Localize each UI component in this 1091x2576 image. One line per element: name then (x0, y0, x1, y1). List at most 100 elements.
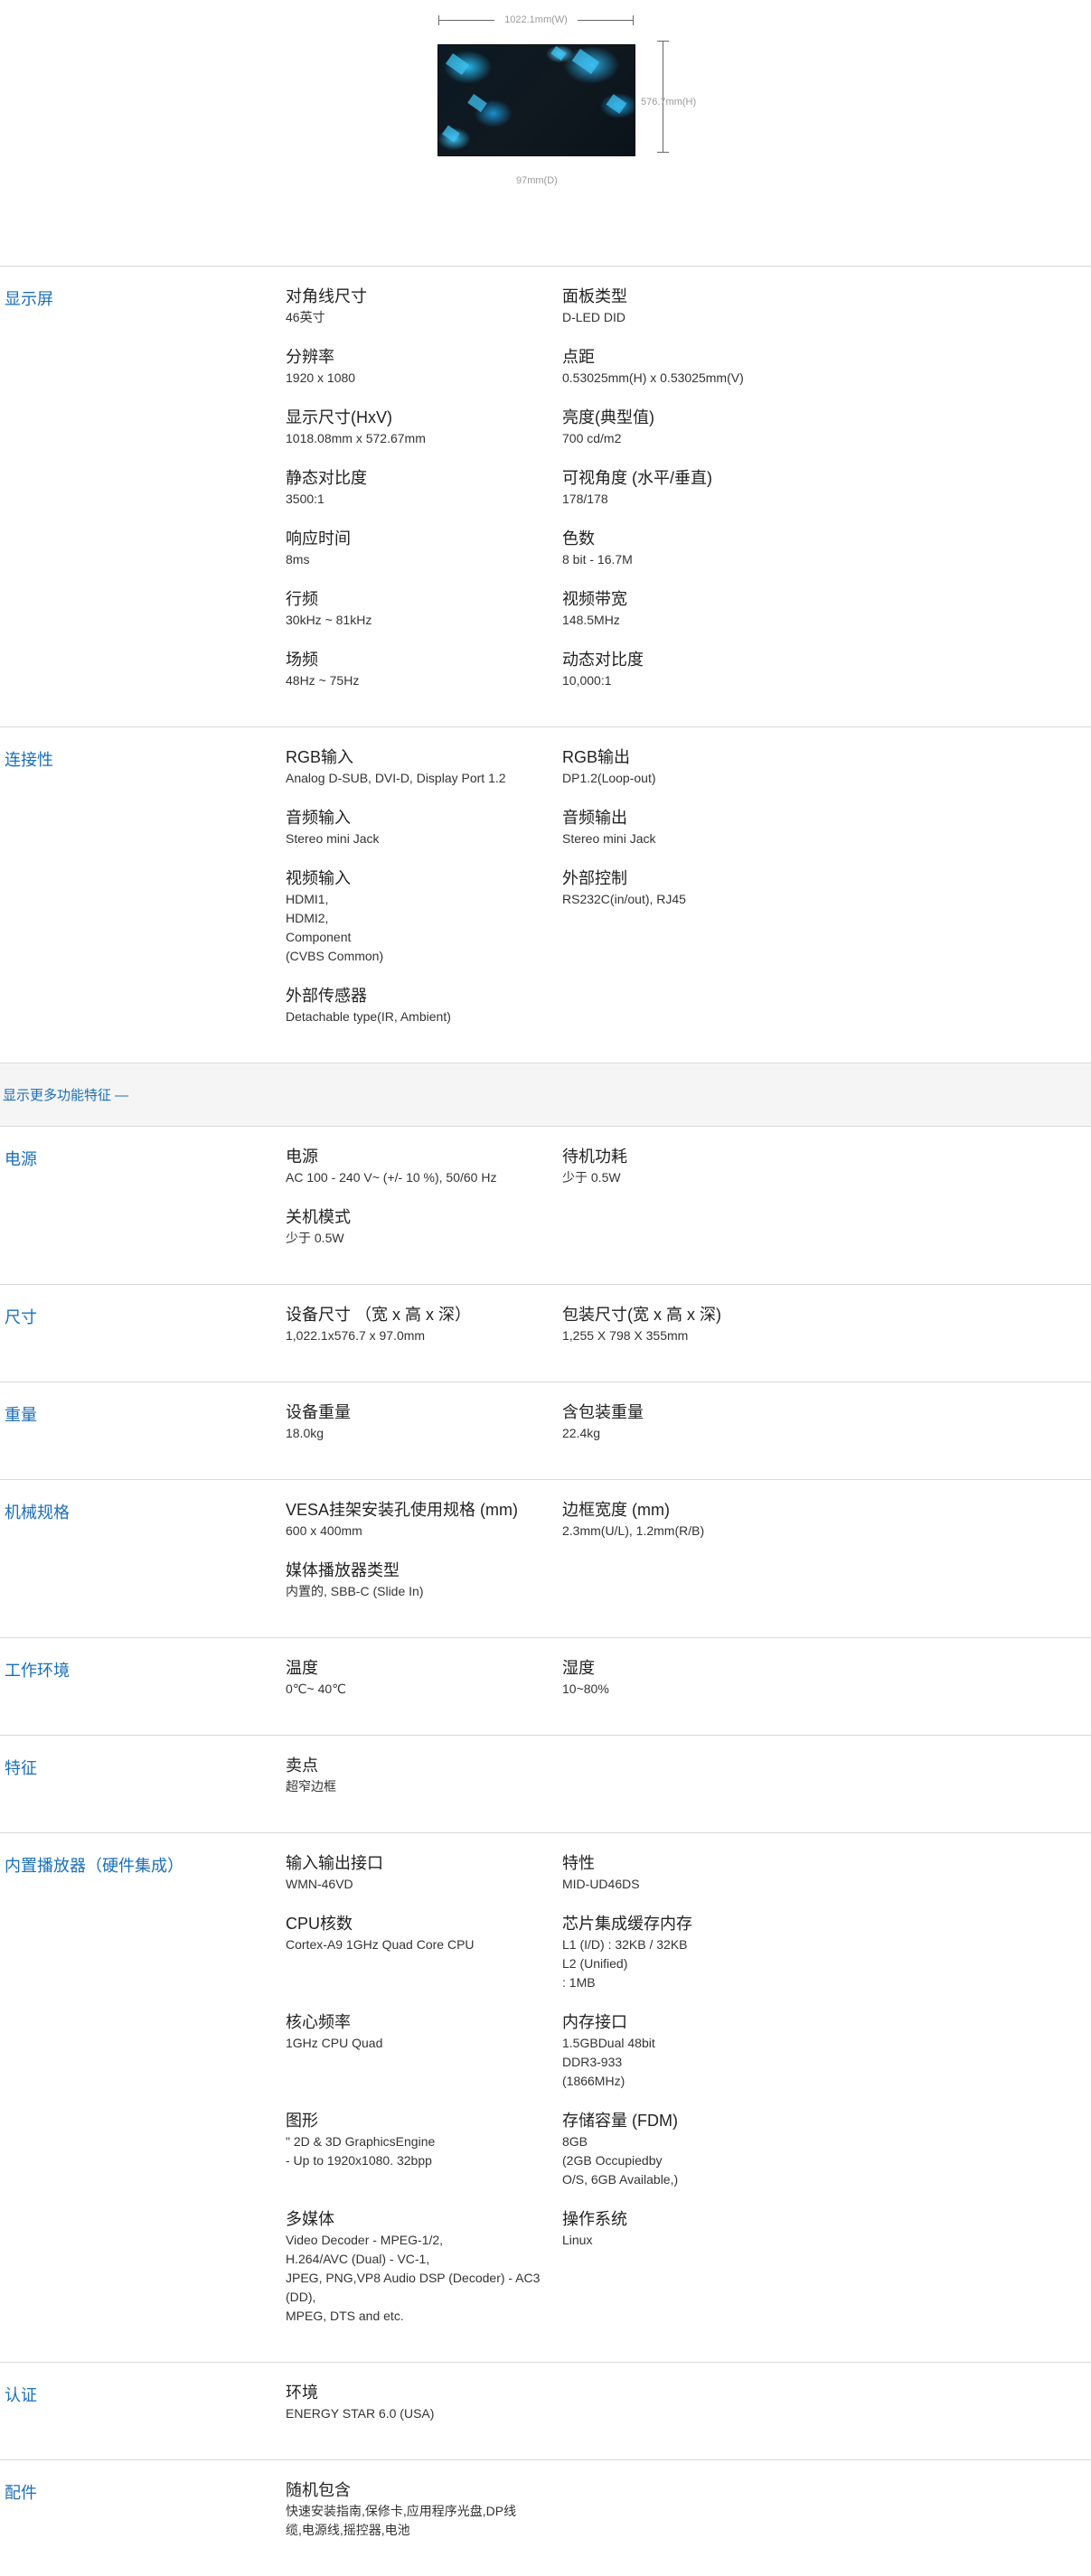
spec-item: VESA挂架安装孔使用规格 (mm) 600 x 400mm (286, 1500, 562, 1541)
spec-key: 视频带宽 (562, 590, 627, 608)
spec-item: 随机包含 快速安装指南,保修卡,应用程序光盘,DP线 缆,电源线,摇控器,电池 (286, 2480, 562, 2540)
spec-key: 待机功耗 (562, 1147, 627, 1166)
section-title: 配件 (5, 2484, 37, 2502)
section-connectivity: 连接性 RGB输入 Analog D-SUB, DVI-D, Display Po… (0, 726, 1091, 1063)
spec-value: 600 x 400mm (286, 1523, 362, 1538)
spec-value: 148.5MHz (562, 613, 620, 627)
spec-key: 对角线尺寸 (286, 287, 367, 305)
spec-item: 亮度(典型值) 700 cd/m2 (562, 407, 839, 448)
spec-item: 环境 ENERGY STAR 6.0 (USA) (286, 2383, 562, 2423)
spec-item: 动态对比度 10,000:1 (562, 650, 839, 690)
spec-item: 内存接口 1.5GBDual 48bit DDR3-933 (1866MHz) (562, 2012, 839, 2091)
spec-item: CPU核数 Cortex-A9 1GHz Quad Core CPU (286, 1914, 562, 1992)
spec-item: 外部传感器 Detachable type(IR, Ambient) (286, 986, 562, 1026)
spec-key: 芯片集成缓存内存 (562, 1915, 692, 1933)
spec-key: 音频输出 (562, 809, 627, 827)
spec-value: 少于 0.5W (562, 1170, 621, 1185)
spec-key: 场频 (286, 651, 318, 669)
spec-value: 46英寸 (286, 310, 325, 324)
spec-item: 响应时间 8ms (286, 529, 562, 569)
spec-item: 设备重量 18.0kg (286, 1402, 562, 1443)
spec-key: 卖点 (286, 1756, 318, 1775)
spec-key: 内存接口 (562, 2013, 627, 2031)
section-title: 机械规格 (5, 1503, 70, 1522)
spec-item: 边框宽度 (mm) 2.3mm(U/L), 1.2mm(R/B) (562, 1500, 839, 1541)
spec-item: 静态对比度 3500:1 (286, 468, 562, 509)
spec-value: 178/178 (562, 492, 608, 506)
spec-item: 音频输入 Stereo mini Jack (286, 808, 562, 848)
spec-value: 8ms (286, 552, 310, 567)
spec-value: WMN-46VD (286, 1877, 353, 1891)
section-title: 重量 (5, 1406, 37, 1424)
spec-value: 少于 0.5W (286, 1231, 344, 1245)
spec-key: 湿度 (562, 1659, 595, 1677)
section-title: 显示屏 (5, 290, 53, 308)
spec-key: RGB输出 (562, 748, 631, 766)
section-title: 电源 (5, 1150, 37, 1168)
section-title: 尺寸 (5, 1308, 37, 1326)
spec-value: 2.3mm(U/L), 1.2mm(R/B) (562, 1523, 705, 1538)
spec-item: 媒体播放器类型 内置的, SBB-C (Slide In) (286, 1560, 562, 1601)
spec-value: 1.5GBDual 48bit DDR3-933 (1866MHz) (562, 2036, 655, 2088)
spec-value: L1 (I/D) : 32KB / 32KB L2 (Unified) : 1M… (562, 1937, 688, 1990)
spec-key: 温度 (286, 1659, 318, 1677)
spec-value: 8GB (2GB Occupiedby O/S, 6GB Available,) (562, 2134, 679, 2187)
section-display: 显示屏 对角线尺寸 46英寸 面板类型 D-LED DID 分辨率 1920 x 10… (0, 266, 1091, 726)
section-certification: 认证 环境 ENERGY STAR 6.0 (USA) (0, 2362, 1091, 2459)
spec-value: 10,000:1 (562, 673, 612, 688)
spec-item: 关机模式 少于 0.5W (286, 1207, 562, 1248)
spec-value: Stereo mini Jack (562, 831, 656, 846)
spec-value: 1018.08mm x 572.67mm (286, 431, 426, 445)
spec-item: 电源 AC 100 - 240 V~ (+/- 10 %), 50/60 Hz (286, 1147, 562, 1187)
spec-value: Detachable type(IR, Ambient) (286, 1009, 451, 1024)
spec-value: 48Hz ~ 75Hz (286, 673, 360, 688)
spec-item: 面板类型 D-LED DID (562, 286, 839, 327)
section-title: 连接性 (5, 751, 53, 769)
spec-value: ENERGY STAR 6.0 (USA) (286, 2406, 435, 2421)
product-image (437, 44, 635, 156)
section-mechanical: 机械规格 VESA挂架安装孔使用规格 (mm) 600 x 400mm 边框宽度 … (0, 1479, 1091, 1637)
spec-key: 电源 (286, 1147, 318, 1166)
spec-item: 操作系统 Linux (562, 2209, 839, 2326)
depth-label: 97mm(D) (516, 175, 558, 186)
spec-value: 1920 x 1080 (286, 370, 356, 385)
spec-value: 快速安装指南,保修卡,应用程序光盘,DP线 缆,电源线,摇控器,电池 (286, 2504, 517, 2537)
spec-key: 动态对比度 (562, 651, 644, 669)
spec-key: 色数 (562, 529, 595, 548)
spec-key: CPU核数 (286, 1915, 353, 1933)
spec-key: 面板类型 (562, 287, 627, 305)
spec-item: 分辨率 1920 x 1080 (286, 347, 562, 388)
section-title: 认证 (5, 2386, 37, 2404)
spec-item: 待机功耗少于 0.5W (562, 1147, 839, 1187)
spec-key: 输入输出接口 (286, 1854, 383, 1872)
spec-key: 音频输入 (286, 809, 351, 827)
spec-value: 1,022.1x576.7 x 97.0mm (286, 1328, 426, 1343)
spec-item: 视频带宽 148.5MHz (562, 589, 839, 630)
spec-item: 芯片集成缓存内存 L1 (I/D) : 32KB / 32KB L2 (Unifi… (562, 1914, 839, 1992)
section-built-in-player: 内置播放器（硬件集成） 输入输出接口 WMN-46VD 特性 MID-UD46DS … (0, 1832, 1091, 2362)
section-weight: 重量 设备重量 18.0kg 含包装重量 22.4kg (0, 1382, 1091, 1479)
spec-item: 行频 30kHz ~ 81kHz (286, 589, 562, 630)
spec-key: 存储容量 (FDM) (562, 2112, 678, 2130)
spec-key: 环境 (286, 2384, 318, 2402)
spec-item: RGB输出 DP1.2(Loop-out) (562, 747, 839, 788)
spec-key: 特性 (562, 1854, 595, 1872)
spec-table: 显示屏 对角线尺寸 46英寸 面板类型 D-LED DID 分辨率 1920 x 10… (0, 266, 1091, 2576)
spec-key: 行频 (286, 590, 318, 608)
spec-key: 亮度(典型值) (562, 408, 654, 426)
spec-value: Linux (562, 2233, 593, 2247)
spec-value: AC 100 - 240 V~ (+/- 10 %), 50/60 Hz (286, 1170, 497, 1185)
spec-item: 特性 MID-UD46DS (562, 1853, 839, 1894)
spec-item: 显示尺寸(HxV) 1018.08mm x 572.67mm (286, 407, 562, 448)
spec-key: 分辨率 (286, 348, 334, 366)
spec-key: 点距 (562, 348, 595, 366)
spec-value: 700 cd/m2 (562, 431, 622, 445)
spec-value: HDMI1, HDMI2, Component (CVBS Common) (286, 892, 384, 963)
show-more-features-label[interactable]: 显示更多功能特征 — (3, 1085, 128, 1104)
spec-value: 1,255 X 798 X 355mm (562, 1328, 689, 1343)
height-label: 576.7mm(H) (641, 97, 697, 108)
spec-item: 音频输出 Stereo mini Jack (562, 808, 839, 848)
show-more-features-toggle[interactable]: 显示更多功能特征 — (0, 1063, 1091, 1126)
spec-value: 1GHz CPU Quad (286, 2036, 383, 2050)
spec-key: 静态对比度 (286, 469, 367, 487)
